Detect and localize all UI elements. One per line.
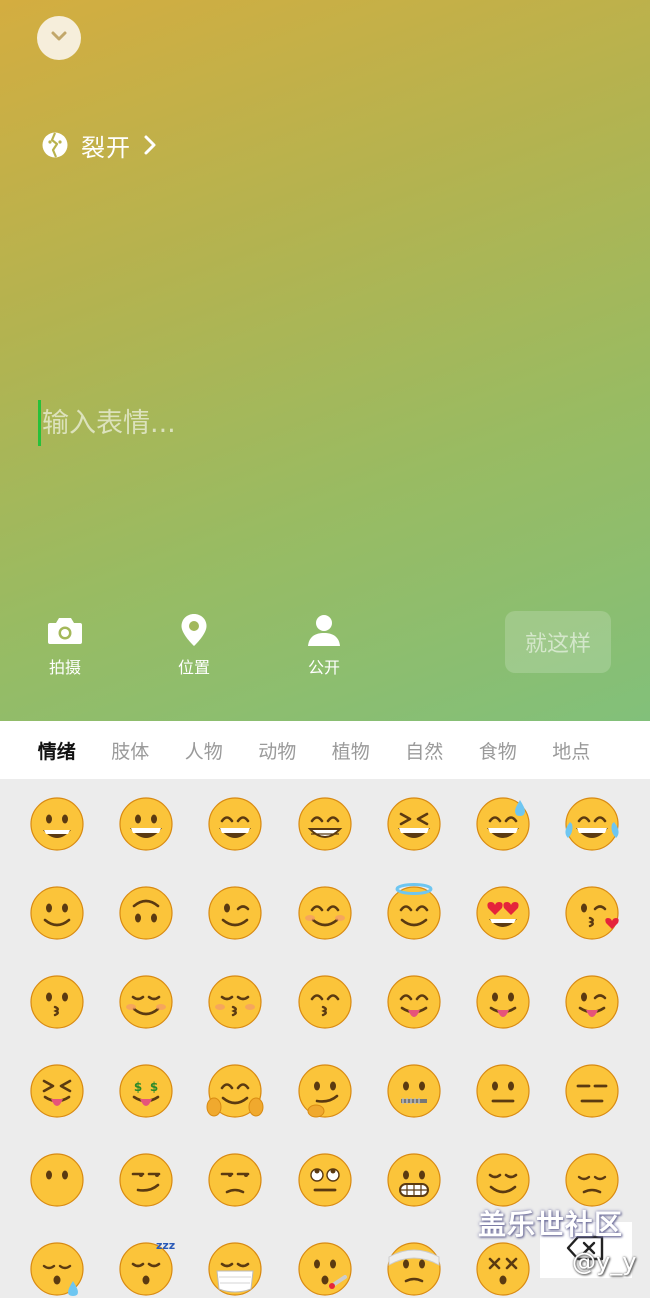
emoji-slightly-smiling[interactable] [27, 883, 87, 943]
svg-text:zzz: zzz [156, 1239, 175, 1252]
emoji-thinking[interactable] [295, 1061, 355, 1121]
emoji-smiley[interactable] [116, 794, 176, 854]
emoji-stuck-out-tongue-winking[interactable] [562, 972, 622, 1032]
emoji-dizzy-face[interactable] [473, 1239, 533, 1298]
location-button[interactable]: 位置 [154, 612, 234, 678]
tab-nature[interactable]: 自然 [388, 737, 462, 764]
emoji-rolling-eyes[interactable] [295, 1150, 355, 1210]
mood-name: 裂开 [81, 133, 131, 162]
text-caret [38, 400, 41, 446]
emoji-sweat-smile[interactable] [473, 794, 533, 854]
svg-text:$: $ [150, 1080, 158, 1094]
camera-button[interactable]: 拍摄 [25, 612, 105, 678]
emoji-relaxed[interactable] [116, 972, 176, 1032]
visibility-button[interactable]: 公开 [284, 612, 364, 678]
tab-food[interactable]: 食物 [461, 737, 535, 764]
emoji-money-mouth[interactable]: $ $ [116, 1061, 176, 1121]
emoji-pensive[interactable] [562, 1150, 622, 1210]
current-mood[interactable]: 裂开 [41, 128, 157, 162]
emoji-relieved[interactable] [473, 1150, 533, 1210]
camera-icon [47, 612, 83, 648]
emoji-thermometer-face[interactable] [295, 1239, 355, 1298]
emoji-laughing[interactable] [384, 794, 444, 854]
location-pin-icon [180, 612, 208, 648]
tab-plants[interactable]: 植物 [314, 737, 388, 764]
emoji-neutral[interactable] [473, 1061, 533, 1121]
emoji-no-mouth[interactable] [27, 1150, 87, 1210]
camera-label: 拍摄 [48, 658, 81, 677]
emoji-stuck-out-tongue[interactable] [473, 972, 533, 1032]
emoji-grimacing[interactable] [384, 1150, 444, 1210]
mood-input[interactable] [42, 398, 612, 448]
emoji-hugging[interactable] [205, 1061, 265, 1121]
tab-body[interactable]: 肢体 [94, 737, 168, 764]
person-icon [307, 612, 341, 648]
emoji-stuck-out-tongue-closed-eyes[interactable] [27, 1061, 87, 1121]
emoji-upside-down[interactable] [116, 883, 176, 943]
emoji-blush[interactable] [295, 883, 355, 943]
emoji-kissing-closed-eyes[interactable] [205, 972, 265, 1032]
emoji-zipper-mouth[interactable] [384, 1061, 444, 1121]
emoji-innocent[interactable] [384, 883, 444, 943]
emoji-yum[interactable] [384, 972, 444, 1032]
emoji-sleepy[interactable] [27, 1239, 87, 1298]
tab-animals[interactable]: 动物 [241, 737, 315, 764]
emoji-grinning[interactable] [27, 794, 87, 854]
chevron-down-icon [49, 26, 69, 50]
emoji-mask[interactable] [205, 1239, 265, 1298]
visibility-label: 公开 [307, 658, 340, 677]
emoji-category-tabs: 情绪 肢体 人物 动物 植物 自然 食物 地点 [0, 721, 650, 779]
tab-places[interactable]: 地点 [535, 737, 609, 764]
emoji-kissing-heart[interactable] [562, 883, 622, 943]
watermark-handle: @y_y [572, 1248, 637, 1276]
emoji-unamused[interactable] [205, 1150, 265, 1210]
watermark-text: 盖乐世社区 [478, 1208, 624, 1241]
emoji-smirk[interactable] [116, 1150, 176, 1210]
location-label: 位置 [177, 658, 210, 677]
chevron-right-icon [143, 134, 157, 156]
emoji-sleeping[interactable]: zzz [116, 1239, 176, 1298]
emoji-expressionless[interactable] [562, 1061, 622, 1121]
svg-text:$: $ [134, 1080, 142, 1094]
tab-people[interactable]: 人物 [167, 737, 241, 764]
emoji-grin[interactable] [295, 794, 355, 854]
emoji-kissing[interactable] [27, 972, 87, 1032]
cracked-face-icon [41, 131, 69, 159]
tab-emotions[interactable]: 情绪 [20, 737, 94, 764]
emoji-joy[interactable] [562, 794, 622, 854]
emoji-kissing-smiling-eyes[interactable] [295, 972, 355, 1032]
mood-input-wrapper [38, 398, 618, 448]
emoji-smile[interactable] [205, 794, 265, 854]
compose-area: 裂开 拍摄 位置 [0, 0, 650, 721]
collapse-button[interactable] [37, 16, 81, 60]
emoji-wink[interactable] [205, 883, 265, 943]
emoji-head-bandage[interactable] [384, 1239, 444, 1298]
emoji-heart-eyes[interactable] [473, 883, 533, 943]
submit-button[interactable]: 就这样 [505, 611, 611, 673]
